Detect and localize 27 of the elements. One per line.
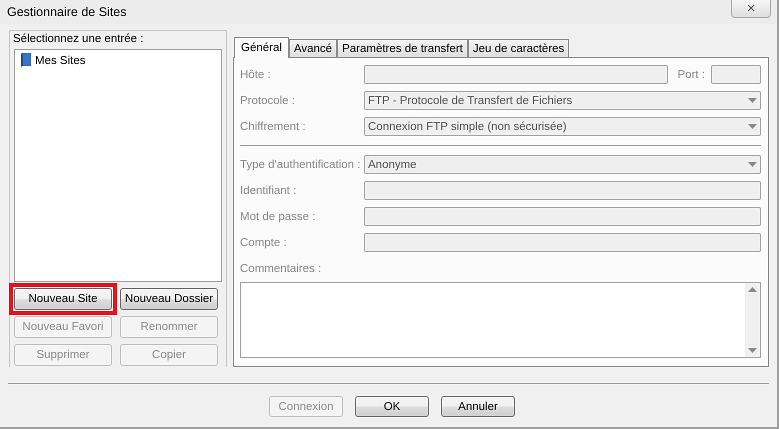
field-label: Port :	[678, 68, 705, 80]
field-label: Chiffrement :	[240, 120, 307, 132]
tab[interactable]: Avancé	[288, 39, 338, 57]
field-label: Identifiant :	[240, 184, 298, 196]
book-icon	[20, 53, 32, 68]
tree-action-button[interactable]: Nouveau Site	[14, 288, 112, 310]
field-label: Commentaires :	[240, 263, 322, 275]
tab[interactable]: Paramètres de transfert	[337, 39, 468, 57]
field-label: Compte :	[240, 236, 288, 248]
scroll-up-icon[interactable]	[748, 287, 757, 292]
tree-item[interactable]: Mes Sites	[18, 52, 88, 69]
tab[interactable]: Jeu de caractères	[468, 39, 570, 57]
tree-label: Sélectionnez une entrée :	[12, 32, 144, 47]
dropdown-arrow-icon	[748, 124, 757, 129]
window-title: Gestionnaire de Sites	[7, 5, 127, 19]
tree-action-button[interactable]: Nouveau Dossier	[120, 288, 218, 310]
dropdown-arrow-icon	[748, 98, 757, 103]
dropdown-arrow-icon	[748, 162, 757, 167]
field-label: Type d'authentification :	[240, 158, 362, 170]
dialog-button[interactable]: OK	[355, 396, 429, 417]
close-button[interactable]: ✕	[731, 0, 771, 18]
scroll-down-icon[interactable]	[748, 348, 757, 353]
field-label: Protocole :	[240, 94, 296, 106]
field-label: Hôte :	[240, 68, 272, 80]
field-label: Mot de passe :	[240, 210, 316, 222]
tab[interactable]: Général	[234, 37, 289, 58]
dialog-button[interactable]: Annuler	[441, 396, 515, 417]
